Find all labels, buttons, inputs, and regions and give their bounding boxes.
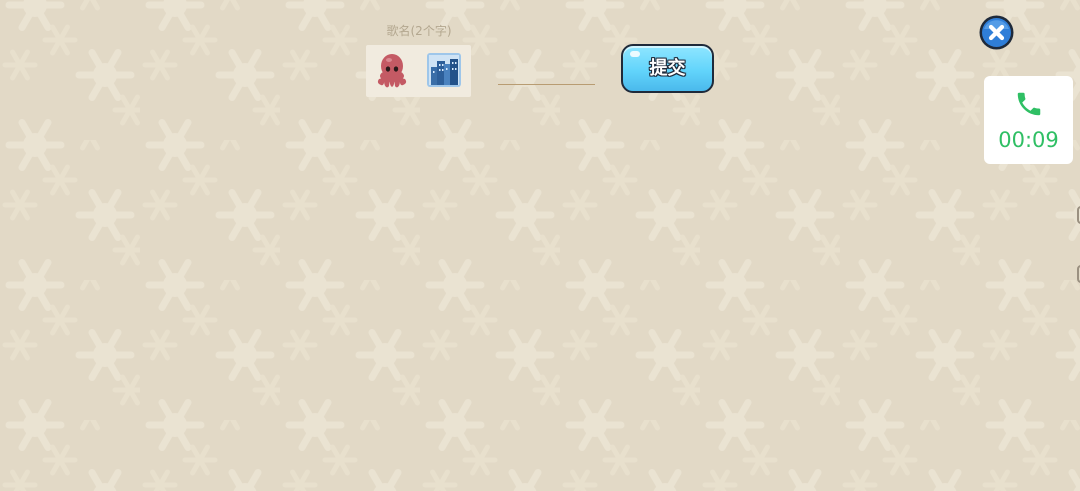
octopus-icon (377, 54, 407, 88)
submit-button[interactable]: 提交 (621, 44, 714, 93)
cityscape-icon (427, 53, 461, 87)
call-timer: 00:09 (998, 128, 1059, 152)
close-icon[interactable] (978, 14, 1015, 51)
emoji-clue-card (366, 45, 471, 97)
voice-call-widget[interactable]: 00:09 (984, 76, 1073, 164)
submit-button-label: 提交 (649, 58, 686, 79)
answer-input[interactable] (498, 60, 595, 85)
phone-icon (1017, 92, 1041, 116)
puzzle-hint-label: 歌名(2个字) (386, 24, 452, 38)
